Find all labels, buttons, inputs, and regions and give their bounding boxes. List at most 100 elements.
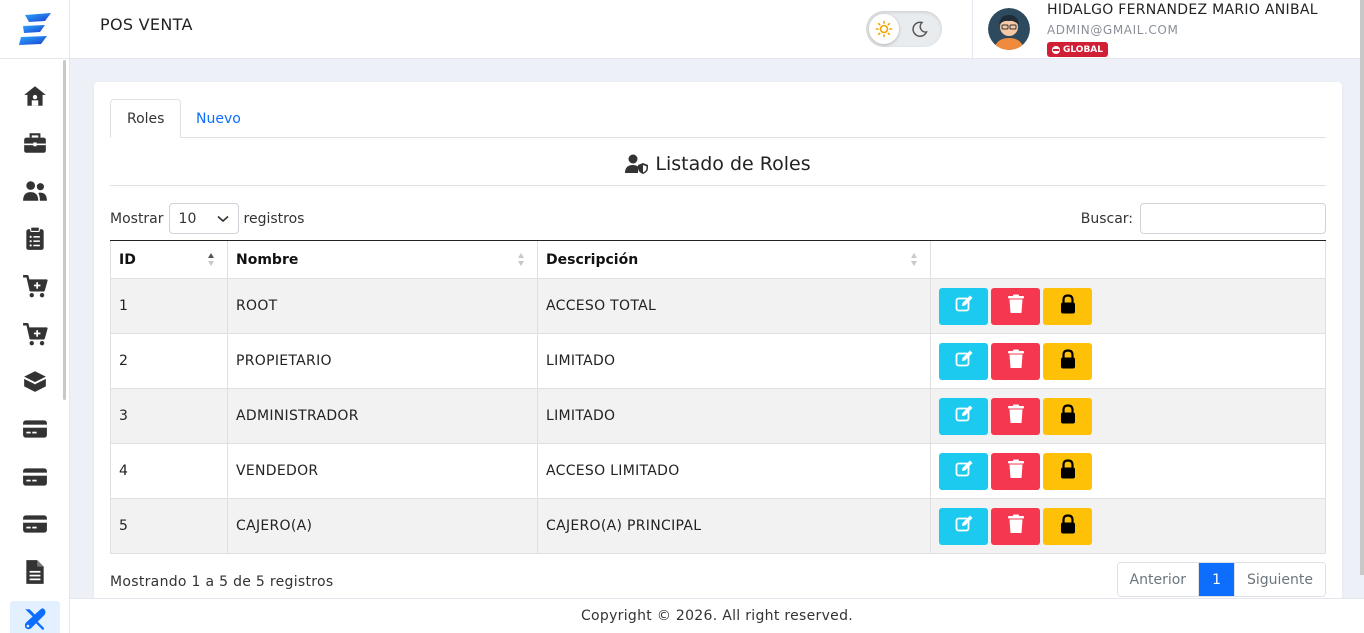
edit-icon [954,514,974,538]
cell-actions [930,388,1326,444]
sort-icon [208,253,215,267]
page-length-value: 10 [178,210,197,227]
table-row: 3 ADMINISTRADOR LIMITADO [110,388,1326,444]
delete-button[interactable] [991,342,1040,380]
page-title: Listado de Roles [110,142,1326,186]
edit-button[interactable] [939,287,988,325]
theme-toggle[interactable] [866,11,942,47]
edit-icon [954,459,974,483]
cell-descripcion: CAJERO(A) PRINCIPAL [537,498,931,554]
cart-plus-icon [10,268,60,304]
sidebar-item-3[interactable] [0,167,70,215]
sidebar-item-2[interactable] [0,120,70,168]
credit-card-icon [10,411,60,447]
length-label-before: Mostrar [110,210,164,227]
moon-icon[interactable] [908,17,932,41]
delete-button[interactable] [991,287,1040,325]
pagination-next[interactable]: Siguiente [1233,563,1325,596]
edit-button[interactable] [939,342,988,380]
footer: Copyright © 2026. All right reserved. [70,598,1364,633]
edit-icon [954,294,974,318]
role-badge: GLOBAL [1047,42,1109,57]
user-name: HIDALGO FERNANDEZ MARIO ANIBAL [1047,2,1318,18]
delete-button[interactable] [991,452,1040,490]
avatar[interactable] [988,8,1030,50]
delete-button[interactable] [991,507,1040,545]
cell-descripcion: ACCESO TOTAL [537,278,931,334]
tab-roles[interactable]: Roles [110,99,182,138]
column-header-id[interactable]: ID [110,240,228,279]
header-divider [972,0,973,59]
cell-actions [930,443,1326,499]
sort-icon [911,253,918,267]
sidebar-item-7[interactable] [0,358,70,406]
user-shield-icon [625,154,649,174]
sidebar-item-4[interactable] [0,215,70,263]
sidebar-item-5[interactable] [0,262,70,310]
app-logo-icon [18,13,51,45]
page-length-select[interactable]: 10 [168,203,239,234]
edit-icon [954,404,974,428]
table-header-row: ID Nombre Descripción [110,240,1326,279]
cell-nombre: VENDEDOR [227,443,538,499]
cell-actions [930,278,1326,334]
table-row: 4 VENDEDOR ACCESO LIMITADO [110,443,1326,499]
trash-icon [1007,404,1025,428]
copyright-text: Copyright © 2026. All right reserved. [580,608,854,624]
sidebar-item-6[interactable] [0,310,70,358]
table-row: 2 PROPIETARIO LIMITADO [110,333,1326,389]
sun-icon[interactable] [869,14,899,44]
trash-icon [1007,294,1025,318]
lock-icon [1060,514,1076,538]
cell-descripcion: LIMITADO [537,388,931,444]
page-length-control: Mostrar 10 registros [110,203,304,234]
tools-icon [10,601,60,633]
table-row: 5 CAJERO(A) CAJERO(A) PRINCIPAL [110,498,1326,554]
edit-icon [954,349,974,373]
cell-nombre: ROOT [227,278,538,334]
permissions-button[interactable] [1043,287,1092,325]
sidebar-item-1[interactable] [0,72,70,120]
clipboard-list-icon [10,221,60,257]
permissions-button[interactable] [1043,452,1092,490]
column-header-nombre[interactable]: Nombre [227,240,538,279]
table-info: Mostrando 1 a 5 de 5 registros [110,574,334,590]
cell-descripcion: ACCESO LIMITADO [537,443,931,499]
briefcase-icon [10,125,60,161]
tab-nuevo[interactable]: Nuevo [180,99,257,138]
cell-nombre: CAJERO(A) [227,498,538,554]
edit-button[interactable] [939,507,988,545]
search-input[interactable] [1140,203,1326,234]
cell-descripcion: LIMITADO [537,333,931,389]
file-icon [10,554,60,590]
edit-button[interactable] [939,452,988,490]
badge-label: GLOBAL [1063,44,1104,55]
permissions-button[interactable] [1043,342,1092,380]
card-title-text: Listado de Roles [655,152,811,175]
sidebar-item-11[interactable] [0,548,70,596]
cell-nombre: PROPIETARIO [227,333,538,389]
permissions-button[interactable] [1043,507,1092,545]
pagination-prev[interactable]: Anterior [1117,563,1199,596]
users-icon [10,173,60,209]
cell-id: 1 [110,278,228,334]
sidebar-nav [0,72,70,633]
sidebar-item-12[interactable] [0,596,70,633]
cell-id: 2 [110,333,228,389]
column-header-descripcion[interactable]: Descripción [537,240,931,279]
delete-button[interactable] [991,397,1040,435]
edit-button[interactable] [939,397,988,435]
permissions-button[interactable] [1043,397,1092,435]
sidebar-item-9[interactable] [0,453,70,501]
length-label-after: registros [243,210,305,227]
app-title: POS VENTA [100,15,193,34]
top-header: POS VENTA HIDALGO FERNANDEZ MARIO ANIBAL… [70,0,1364,59]
trash-icon [1007,514,1025,538]
pagination-page-current[interactable]: 1 [1198,563,1234,596]
sidebar-item-8[interactable] [0,405,70,453]
credit-card-icon [10,506,60,542]
page-scrollbar[interactable] [1360,0,1364,575]
sidebar-item-10[interactable] [0,500,70,548]
roles-table: ID Nombre Descripción 1 ROOT ACCESO TOTAL 2… [110,240,1326,554]
logo[interactable] [0,0,69,59]
